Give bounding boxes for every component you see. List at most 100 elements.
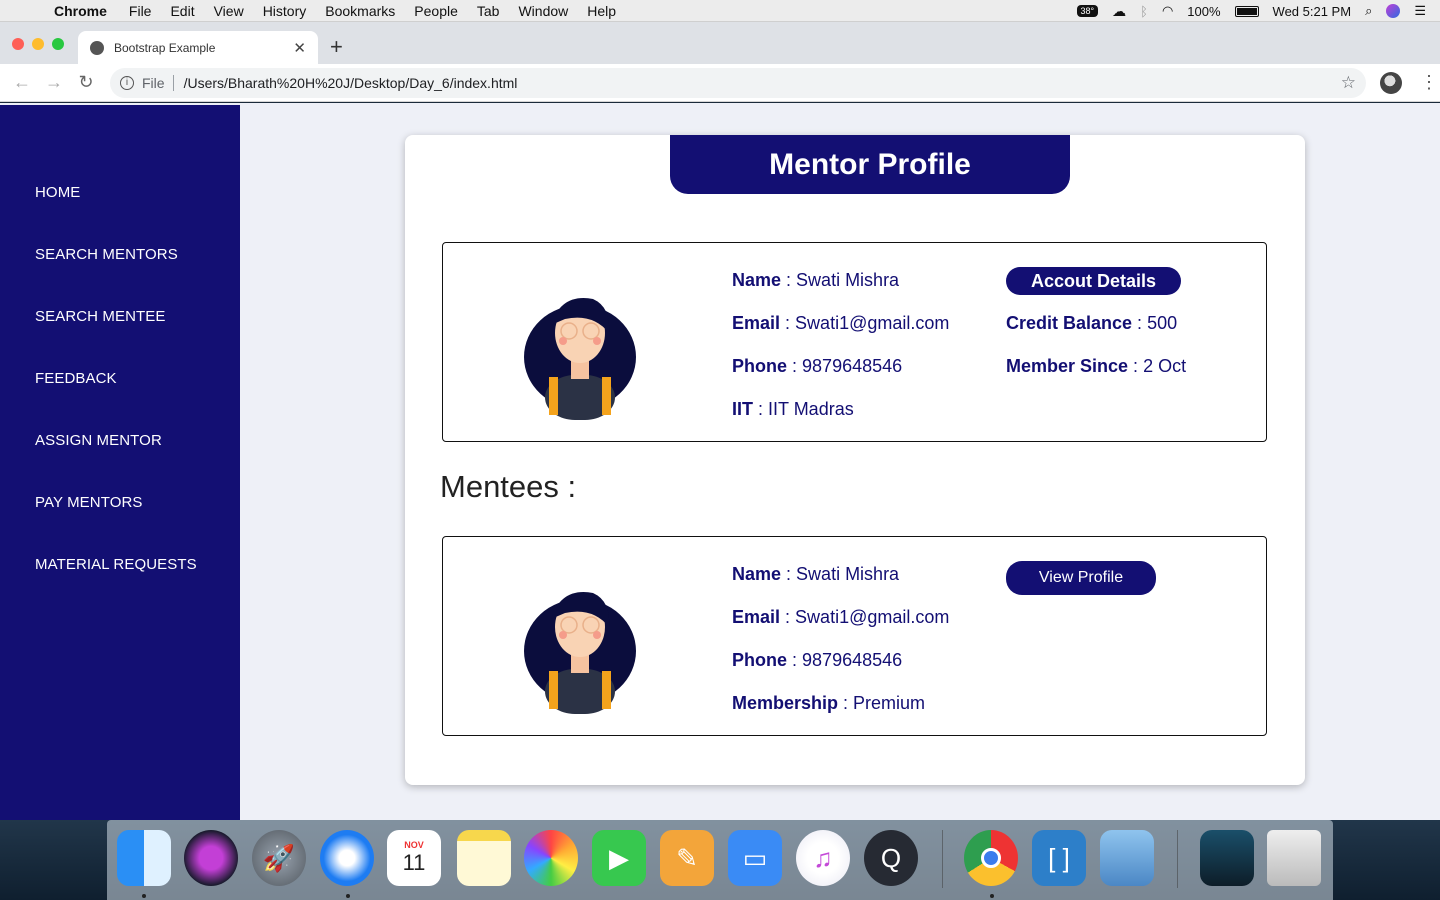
menu-view[interactable]: View [214,3,244,19]
mentor-phone-field: Phone : 9879648546 [732,356,903,376]
temperature-badge[interactable]: 38° [1076,5,1099,17]
keynote-icon[interactable]: ▭ [728,830,782,886]
account-details-button[interactable]: Accout Details [1006,267,1181,295]
preview-icon[interactable] [1100,830,1154,886]
browser-tab[interactable]: Bootstrap Example ✕ [78,31,318,64]
macos-menubar: Chrome File Edit View History Bookmarks … [0,0,1440,22]
reload-icon[interactable]: ↻ [70,72,102,93]
mentee-phone-field: Phone : 9879648546 [732,650,903,670]
notification-center-icon[interactable]: ☰ [1414,3,1426,19]
notes-icon[interactable] [457,830,511,886]
finder-running-indicator [142,894,146,898]
mentee-membership-field: Membership : Premium [732,693,926,713]
itunes-icon[interactable]: ♫ [796,830,850,886]
back-arrow-icon[interactable]: ← [6,72,38,93]
minimize-window-button[interactable] [32,38,44,50]
sidebar-item-home[interactable]: HOME [35,184,80,201]
page-title: Mentor Profile [670,135,1070,194]
macos-dock: 🚀 NOV 11 ▶ ✎ ▭ ♫ Q [ ] [107,820,1333,900]
calendar-day: 11 [402,850,426,875]
mentor-avatar [524,298,636,420]
mentor-email-field: Email : Swati1@gmail.com [732,313,950,333]
calendar-icon[interactable]: NOV 11 [387,830,441,886]
mentor-phone: 9879648546 [802,356,903,376]
phone-label: Phone [732,356,788,376]
mentor-iit: IIT Madras [768,399,854,419]
bluetooth-icon[interactable]: ᛒ [1140,4,1148,19]
url-text[interactable]: /Users/Bharath%20H%20J/Desktop/Day_6/ind… [184,75,518,91]
menu-history[interactable]: History [263,3,307,19]
chrome-running-indicator [990,894,994,898]
mentee-name: Swati Mishra [796,564,900,584]
sidebar-item-assign-mentor[interactable]: ASSIGN MENTOR [35,432,162,449]
dock-separator-2 [1177,830,1178,888]
url-scheme-label: File [142,74,174,91]
creative-cloud-icon[interactable]: ☁ [1112,3,1126,20]
iit-label: IIT [732,399,753,419]
chrome-icon[interactable] [964,830,1018,886]
membership-label: Membership [732,693,839,713]
sidebar-item-pay-mentors[interactable]: PAY MENTORS [35,494,143,511]
dock-separator [942,830,943,888]
clock[interactable]: Wed 5:21 PM [1273,4,1352,19]
mentor-name: Swati Mishra [796,270,900,290]
book-icon[interactable] [1200,830,1254,886]
battery-icon[interactable] [1234,5,1259,17]
address-bar[interactable]: i File /Users/Bharath%20H%20J/Desktop/Da… [110,67,1366,98]
launchpad-icon[interactable]: 🚀 [252,830,306,886]
menu-tab[interactable]: Tab [477,3,500,19]
wifi-icon[interactable]: ◠ [1162,3,1173,19]
facetime-icon[interactable]: ▶ [592,830,646,886]
profile-avatar-icon[interactable] [1380,71,1402,94]
menu-edit[interactable]: Edit [170,3,194,19]
menu-people[interactable]: People [414,3,458,19]
bookmark-star-icon[interactable]: ☆ [1341,73,1356,93]
mentee-email: Swati1@gmail.com [795,607,950,627]
email-label: Email [732,313,781,333]
menu-help[interactable]: Help [587,3,616,19]
mentor-info-box: Name : Swati Mishra Email : Swati1@gmail… [442,242,1267,442]
credit-balance-field: Credit Balance : 500 [1006,313,1178,333]
phone-label: Phone [732,650,788,670]
chrome-menu-icon[interactable]: ⋮ [1420,72,1438,93]
mentee-name-field: Name : Swati Mishra [732,564,900,584]
view-profile-button[interactable]: View Profile [1006,561,1156,595]
battery-percent: 100% [1187,3,1221,19]
sidebar-item-feedback[interactable]: FEEDBACK [35,370,117,387]
mentees-heading: Mentees : [440,469,577,504]
spotlight-search-icon[interactable]: ⌕ [1365,3,1372,19]
menu-file[interactable]: File [129,3,152,19]
quicktime-icon[interactable]: Q [864,830,918,886]
mentee-card: Name : Swati Mishra Email : Swati1@gmail… [442,536,1267,736]
new-tab-icon[interactable]: + [330,34,343,60]
mentee-phone: 9879648546 [802,650,903,670]
menu-window[interactable]: Window [518,3,568,19]
member-since-field: Member Since : 2 Oct [1006,356,1187,376]
siri-menubar-icon[interactable] [1386,4,1401,18]
maximize-window-button[interactable] [52,38,64,50]
close-tab-icon[interactable]: ✕ [293,39,306,57]
name-label: Name [732,270,782,290]
safari-icon[interactable] [320,830,374,886]
mentee-avatar [524,592,636,714]
trash-icon[interactable] [1267,830,1321,886]
menu-bookmarks[interactable]: Bookmarks [325,3,395,19]
pages-icon[interactable]: ✎ [660,830,714,886]
forward-arrow-icon[interactable]: → [38,72,70,93]
sidebar-item-search-mentee[interactable]: SEARCH MENTEE [35,308,166,325]
menu-app-chrome[interactable]: Chrome [54,3,107,19]
siri-icon[interactable] [184,830,238,886]
finder-icon[interactable] [117,830,171,886]
credit-label: Credit Balance [1006,313,1133,333]
photos-icon[interactable] [524,830,578,886]
web-page: HOME SEARCH MENTORS SEARCH MENTEE FEEDBA… [0,103,1440,820]
brackets-icon[interactable]: [ ] [1032,830,1086,886]
mentor-iit-field: IIT : IIT Madras [732,399,854,419]
window-controls [12,38,64,50]
sidebar-item-search-mentors[interactable]: SEARCH MENTORS [35,246,178,263]
sidebar-item-material-requests[interactable]: MATERIAL REQUESTS [35,556,197,573]
site-info-icon[interactable]: i [120,75,134,90]
close-window-button[interactable] [12,38,24,50]
menubar-status-area: 38° ☁ ᛒ ◠ 100% Wed 5:21 PM ⌕ ☰ [1076,0,1426,22]
email-label: Email [732,607,781,627]
